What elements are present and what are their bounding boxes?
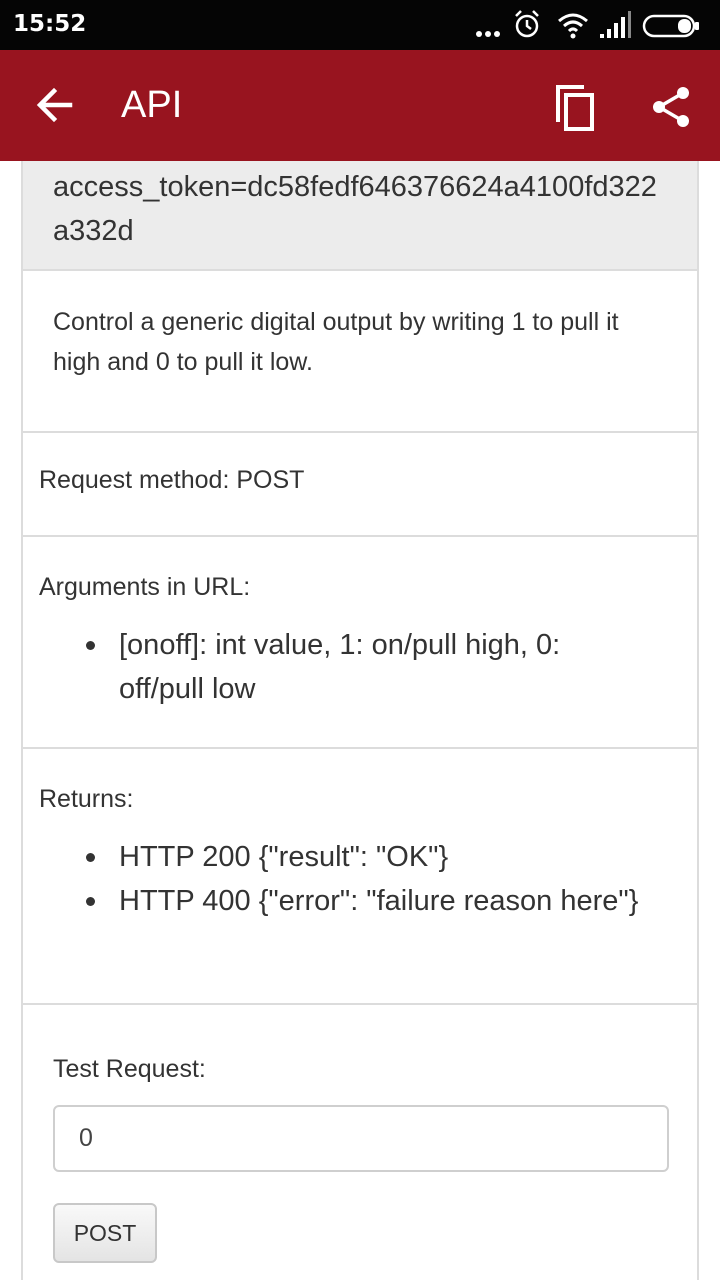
list-item: HTTP 200 {"result": "OK"}: [23, 835, 683, 879]
share-icon: [653, 87, 689, 127]
returns-heading: Returns:: [39, 785, 134, 813]
list-item: HTTP 400 {"error": "failure reason here"…: [23, 879, 683, 923]
description-section: Control a generic digital output by writ…: [23, 271, 697, 433]
api-detail-panel: access_token=dc58fedf646376624a4100fd322…: [21, 161, 699, 1280]
description-text: Control a generic digital output by writ…: [53, 308, 619, 376]
copy-icon: [556, 85, 594, 131]
returns-list: HTTP 200 {"result": "OK"} HTTP 400 {"err…: [23, 835, 683, 923]
post-button[interactable]: POST: [53, 1203, 157, 1263]
return-text: HTTP 200 {"result": "OK"}: [119, 841, 449, 873]
page-title: API: [121, 84, 183, 126]
list-item: [onoff]: int value, 1: on/pull high, 0: …: [23, 623, 683, 711]
argument-text: [onoff]: int value, 1: on/pull high, 0: …: [119, 629, 561, 705]
status-time: 15:52: [13, 11, 87, 37]
test-request-section: Test Request: POST: [23, 1005, 697, 1280]
bullet-dot: [86, 853, 95, 862]
battery-icon: [642, 14, 699, 38]
returns-section: Returns: HTTP 200 {"result": "OK"} HTTP …: [23, 749, 697, 1005]
endpoint-section: access_token=dc58fedf646376624a4100fd322…: [23, 161, 697, 271]
back-button[interactable]: [30, 80, 80, 130]
app-bar: API: [0, 50, 720, 161]
alarm-icon: [515, 10, 539, 38]
arguments-heading: Arguments in URL:: [39, 573, 251, 601]
wifi-icon: [558, 13, 588, 39]
request-method-section: Request method: POST: [23, 433, 697, 537]
signal-icon: [600, 11, 631, 38]
bullet-dot: [86, 641, 95, 650]
share-button[interactable]: [648, 84, 694, 130]
status-icons: [474, 8, 714, 42]
arrow-left-icon: [36, 87, 73, 123]
test-request-label: Test Request:: [53, 1055, 206, 1083]
test-request-input[interactable]: [53, 1105, 669, 1172]
request-method: Request method: POST: [39, 466, 305, 494]
status-bar: 15:52: [0, 0, 720, 50]
more-dots-icon: [476, 31, 500, 37]
arguments-section: Arguments in URL: [onoff]: int value, 1:…: [23, 537, 697, 749]
bullet-dot: [86, 897, 95, 906]
endpoint-url: access_token=dc58fedf646376624a4100fd322…: [53, 171, 657, 247]
copy-button[interactable]: [550, 82, 602, 134]
arguments-list: [onoff]: int value, 1: on/pull high, 0: …: [23, 623, 683, 711]
return-text: HTTP 400 {"error": "failure reason here"…: [119, 885, 639, 917]
